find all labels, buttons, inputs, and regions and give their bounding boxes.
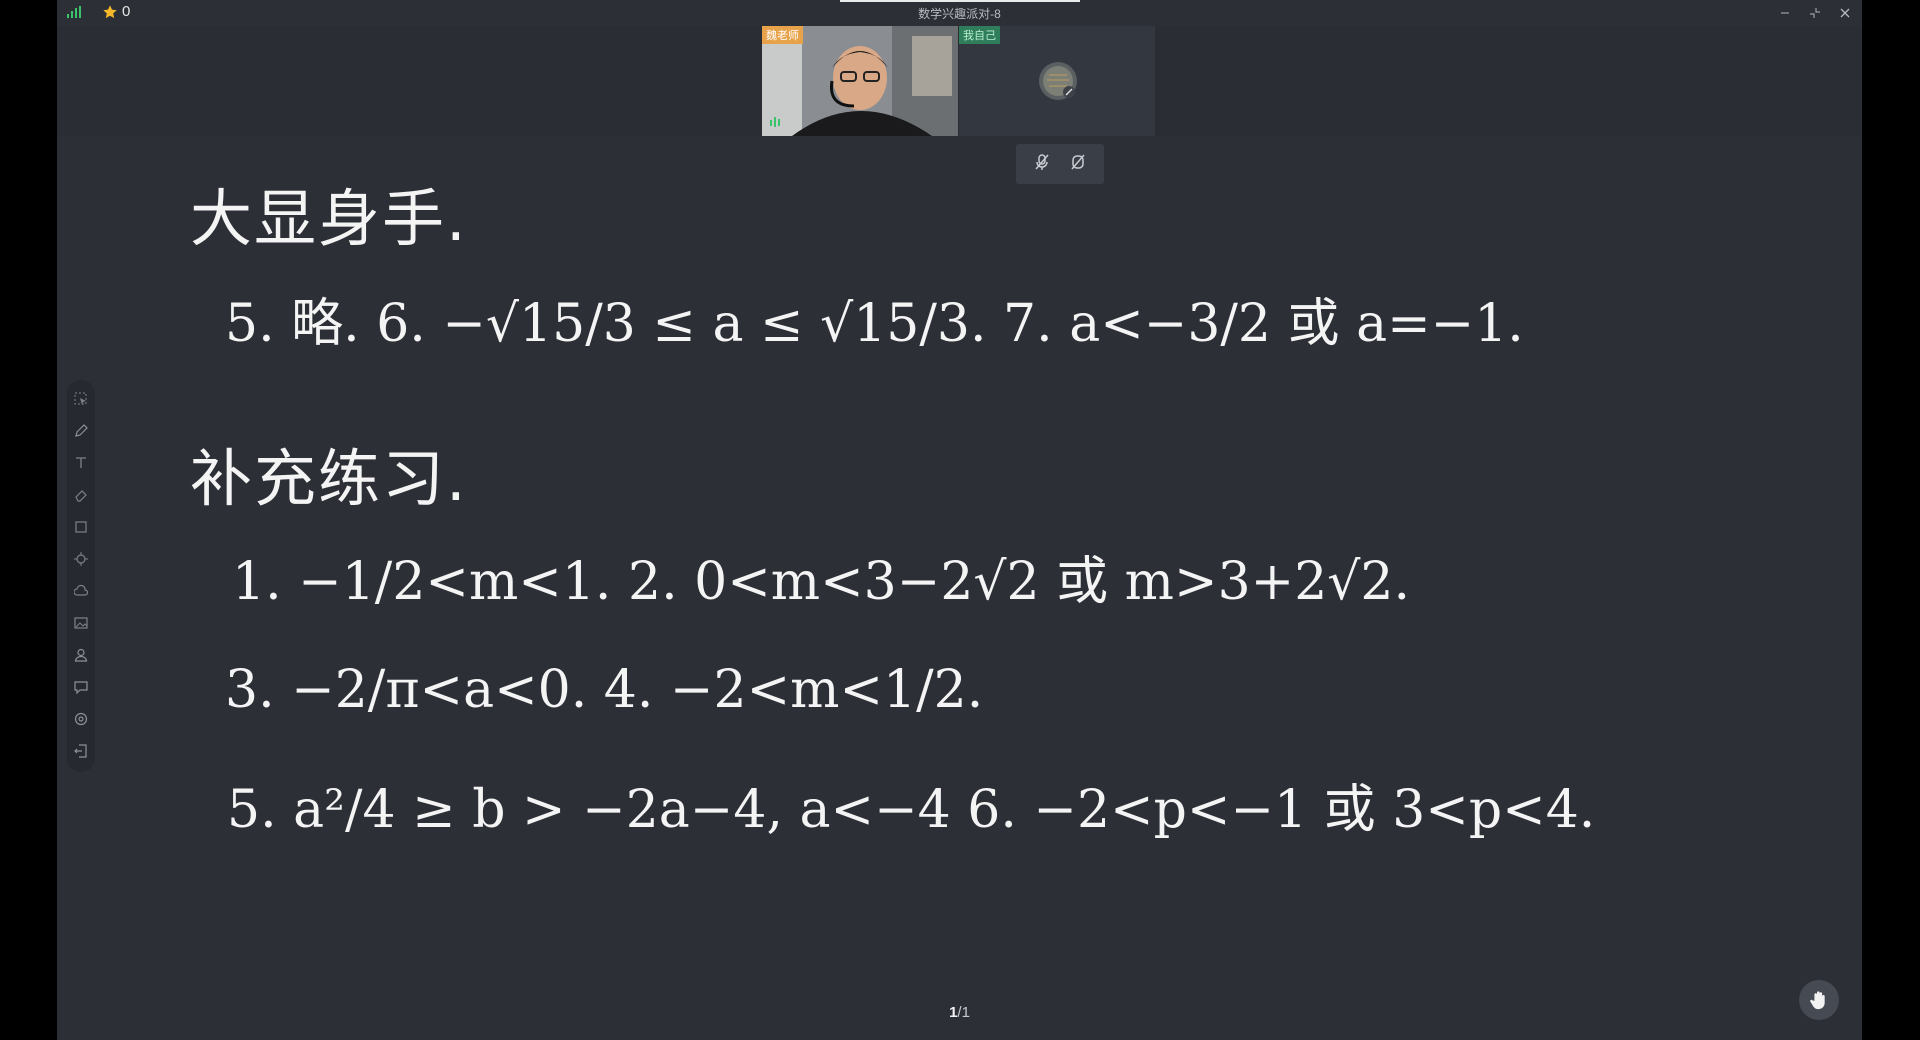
self-name-label: 我自己	[959, 26, 1000, 44]
teacher-name-label: 魏老师	[762, 26, 803, 44]
section-heading-2: 补充练习.	[190, 442, 468, 515]
minimize-icon	[1781, 12, 1789, 14]
section-heading-1: 大显身手.	[190, 182, 468, 255]
exercise-line-3: 5. a²/4 ≥ b > −2a−4, a<−4 6. −2<p<−1 或 3…	[227, 780, 1596, 840]
close-icon	[1840, 8, 1850, 18]
video-strip: 魏老师 我自己	[57, 26, 1862, 136]
hand-icon	[1810, 991, 1825, 1010]
star-icon	[103, 4, 117, 18]
minimize-button[interactable]	[1774, 3, 1796, 23]
close-button[interactable]	[1834, 3, 1856, 23]
window-title: 数学兴趣派对-8	[918, 7, 1001, 21]
restore-button[interactable]	[1804, 3, 1826, 23]
page-indicator: 1/1	[57, 1004, 1862, 1021]
signal-icon	[67, 6, 81, 18]
raise-hand-button[interactable]	[1799, 980, 1839, 1020]
title-underline	[840, 0, 1080, 2]
exercise-line-2: 3. −2/π<a<0. 4. −2<m<1/2.	[225, 660, 984, 720]
title-bar: 0 数学兴趣派对-8	[57, 0, 1862, 26]
answer-line: 5. 略. 6. −√15/3 ≤ a ≤ √15/3. 7. a<−3/2 或…	[225, 294, 1524, 354]
exercise-line-1: 1. −1/2<m<1. 2. 0<m<3−2√2 或 m>3+2√2.	[232, 552, 1411, 612]
avatar	[1039, 62, 1077, 100]
shrink-icon	[1810, 8, 1820, 18]
self-video[interactable]: 我自己	[959, 26, 1155, 136]
classroom-window: 0 数学兴趣派对-8 魏老师 我自己 大显身手. 5. 略. 6. −√15/3…	[57, 0, 1862, 1040]
total-pages: /1	[957, 1004, 970, 1021]
speaking-indicator-icon	[770, 117, 780, 127]
star-counter: 0	[102, 3, 130, 20]
window-controls	[1774, 3, 1856, 23]
teacher-video[interactable]: 魏老师	[762, 26, 958, 136]
star-count: 0	[122, 3, 131, 20]
whiteboard[interactable]: 大显身手. 5. 略. 6. −√15/3 ≤ a ≤ √15/3. 7. a<…	[57, 136, 1862, 1040]
